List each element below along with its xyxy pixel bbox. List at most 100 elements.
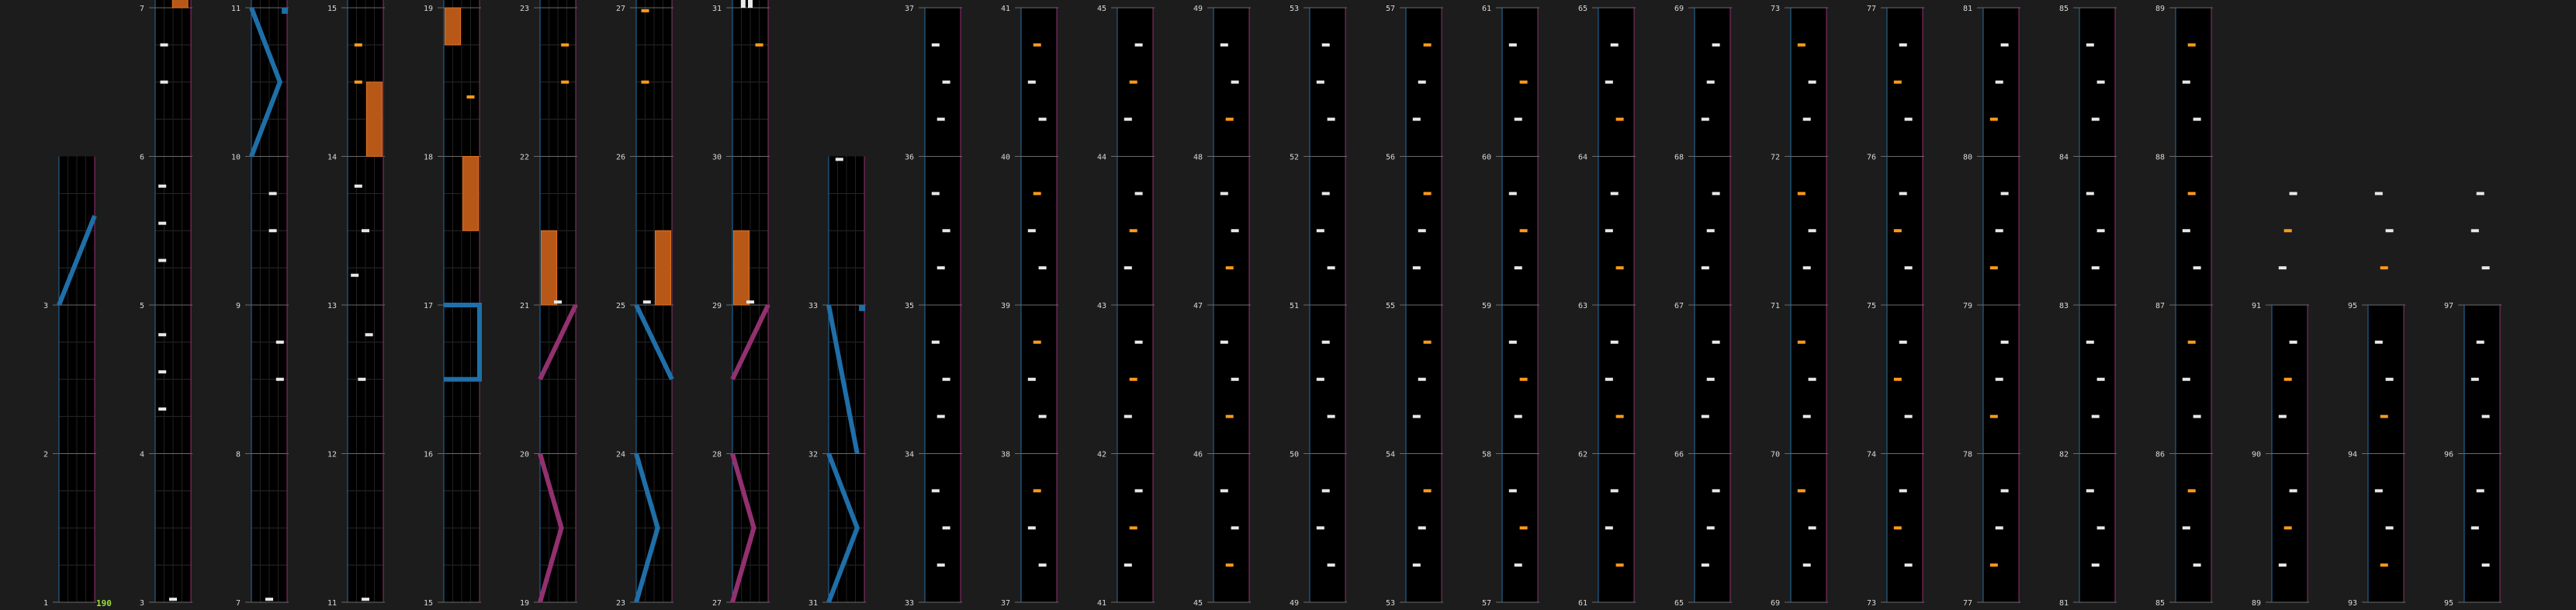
laser-end-marker — [282, 7, 289, 14]
measure-number: 85 — [2059, 5, 2069, 13]
tap-note — [2476, 489, 2484, 493]
measure-number: 70 — [1771, 451, 1780, 459]
measure-number: 63 — [1578, 302, 1587, 310]
tap-note-orange — [354, 80, 362, 84]
measure-number: 10 — [231, 154, 241, 162]
tap-note — [1802, 266, 1811, 270]
tap-note — [2000, 489, 2009, 493]
measure-number: 45 — [1097, 5, 1106, 13]
measure-number: 53 — [1290, 5, 1299, 13]
tap-note-orange — [466, 95, 475, 99]
tap-note — [2289, 340, 2297, 344]
tap-note — [1893, 80, 1902, 84]
tap-note — [931, 192, 940, 196]
measure-number: 77 — [1963, 599, 1972, 608]
tap-note — [2470, 526, 2479, 530]
tap-note — [2187, 192, 2196, 196]
measure-number: 64 — [1578, 154, 1587, 162]
measure-number: 18 — [424, 154, 433, 162]
tap-note — [275, 377, 284, 381]
white-hold-note — [748, 0, 753, 8]
tap-note — [1706, 80, 1715, 84]
tap-note — [1615, 563, 1624, 567]
tap-note-orange — [755, 43, 763, 47]
tap-note — [1701, 414, 1709, 418]
tap-note — [1412, 117, 1421, 121]
measure-number: 56 — [1386, 154, 1395, 162]
tap-note — [1412, 414, 1421, 418]
tap-note — [1129, 526, 1137, 530]
tap-note — [1605, 80, 1613, 84]
tap-note — [2091, 117, 2100, 121]
measure-number: 35 — [905, 302, 914, 310]
measure-number: 7 — [140, 5, 144, 13]
tap-note — [1802, 563, 1811, 567]
tap-note — [1027, 377, 1036, 381]
tap-note — [1423, 43, 1432, 47]
chart-canvas: 1233456778910111112131415151617181919202… — [43, 0, 2502, 608]
tap-note — [1989, 117, 1998, 121]
tap-note — [1904, 266, 1913, 270]
tap-note — [1904, 117, 1913, 121]
tap-note — [365, 333, 373, 337]
tap-note — [1225, 117, 1234, 121]
measure-number: 30 — [712, 154, 722, 162]
measure-number: 61 — [1482, 5, 1491, 13]
measure-number: 2 — [43, 451, 48, 459]
measure-number: 65 — [1674, 599, 1684, 608]
tap-note — [2193, 117, 2201, 121]
tap-note-orange — [561, 43, 570, 47]
tap-note — [1316, 229, 1324, 233]
tap-note — [937, 266, 945, 270]
tap-note — [268, 192, 277, 196]
measure-number: 45 — [1193, 599, 1203, 608]
measure-number: 81 — [2059, 599, 2069, 608]
measure-number: 3 — [140, 599, 144, 608]
tap-note — [1321, 489, 1330, 493]
tap-note — [1220, 340, 1228, 344]
tap-note — [2289, 489, 2297, 493]
tap-note — [2096, 80, 2105, 84]
tap-note — [1124, 563, 1132, 567]
tap-note — [1033, 192, 1041, 196]
measure-number: 55 — [1386, 302, 1395, 310]
tap-note — [1321, 340, 1330, 344]
tap-note — [1134, 192, 1143, 196]
tap-note — [2086, 340, 2094, 344]
tap-note — [1615, 117, 1624, 121]
tap-note-orange — [641, 9, 649, 12]
tap-note — [1797, 340, 1806, 344]
hold-note — [733, 230, 750, 306]
tap-note — [1514, 563, 1522, 567]
tap-note — [2182, 526, 2190, 530]
tap-note — [1701, 563, 1709, 567]
tap-note — [1605, 377, 1613, 381]
measure-number: 21 — [520, 302, 529, 310]
tap-note — [1610, 340, 1619, 344]
tap-note — [2278, 414, 2287, 418]
tap-note — [1519, 526, 1528, 530]
tap-note — [1893, 377, 1902, 381]
tap-note — [1712, 43, 1720, 47]
measure-number: 36 — [905, 154, 914, 162]
tap-note — [1327, 266, 1335, 270]
tap-note — [937, 414, 945, 418]
tap-note — [1893, 526, 1902, 530]
tap-note — [158, 258, 167, 262]
measure-number: 69 — [1674, 5, 1684, 13]
measure-number: 37 — [905, 5, 914, 13]
measure-number: 3 — [43, 302, 48, 310]
measure-number: 50 — [1290, 451, 1299, 459]
tap-note — [2380, 563, 2388, 567]
tap-note — [169, 598, 177, 601]
measure-number: 28 — [712, 451, 722, 459]
tap-note — [1514, 414, 1522, 418]
measure-number: 77 — [1867, 5, 1876, 13]
tap-note — [2086, 489, 2094, 493]
notes-layer — [57, 0, 2490, 604]
tap-note — [1615, 266, 1624, 270]
tap-note — [1989, 414, 1998, 418]
tap-note — [1610, 489, 1619, 493]
tap-note — [2091, 266, 2100, 270]
tap-note — [265, 598, 273, 601]
